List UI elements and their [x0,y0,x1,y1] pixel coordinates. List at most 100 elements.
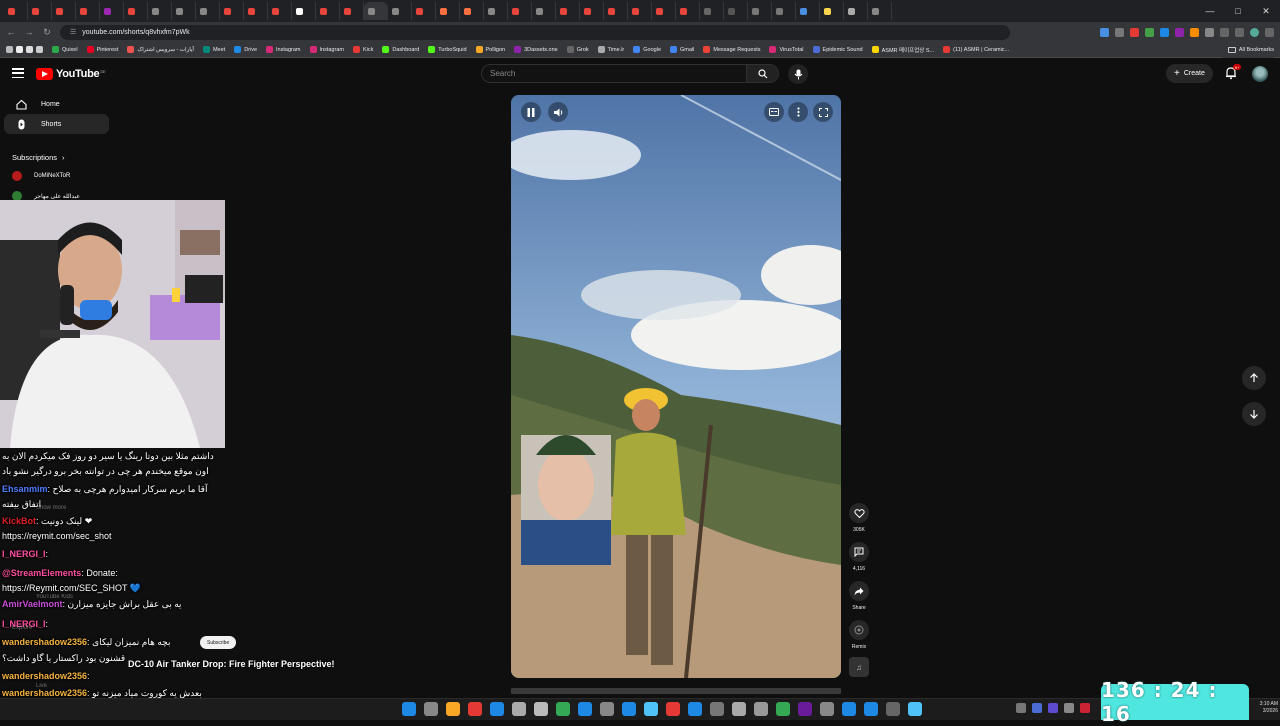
browser-tab[interactable] [52,2,76,20]
taskbar-app-icon[interactable] [908,702,922,716]
minimize-button[interactable]: — [1196,0,1224,22]
captions-button[interactable] [764,102,784,122]
taskbar-app-icon[interactable] [864,702,878,716]
site-info-icon[interactable]: ☰ [70,28,76,36]
like-button[interactable] [849,503,869,523]
browser-tab[interactable] [820,2,844,20]
download-icon[interactable] [1235,27,1244,37]
bookmark-item[interactable]: Meet [202,46,225,53]
bookmark-item[interactable]: Instagram [309,46,344,53]
bookmark-item[interactable]: Polligon [475,46,505,53]
bookmark-item[interactable]: (11) ASMR | Ceramic... [943,46,1009,53]
browser-tab[interactable] [316,2,340,20]
browser-tab[interactable] [772,2,796,20]
shorts-player[interactable] [511,95,841,678]
close-window-button[interactable]: ✕ [1252,0,1280,22]
mute-button[interactable] [548,102,568,122]
video-progress-bar[interactable] [511,688,841,694]
browser-tab[interactable] [700,2,724,20]
taskbar-app-icon[interactable] [644,702,658,716]
all-bookmarks[interactable]: All Bookmarks [1221,42,1274,58]
browser-tab[interactable] [220,2,244,20]
taskbar-app-icon[interactable] [402,702,416,716]
puzzle-icon[interactable] [1205,27,1214,37]
bookmark-item[interactable]: Instagram [266,46,301,53]
menu-icon[interactable] [1265,27,1274,37]
bookmark-item[interactable]: ASMR 메이프업상 S... [871,46,934,54]
taskbar-app-icon[interactable] [534,702,548,716]
taskbar-app-icon[interactable] [798,702,812,716]
star-icon[interactable] [1115,27,1124,37]
bookmark-item[interactable]: Epidemic Sound [812,46,863,53]
voice-search-button[interactable] [788,64,808,84]
extension-purple-icon[interactable] [1175,27,1184,37]
bookmark-item[interactable]: Dashboard [382,46,419,53]
browser-tab[interactable] [148,2,172,20]
share-button[interactable] [849,581,869,601]
chat-username[interactable]: KickBot [2,516,36,526]
taskbar-app-icon[interactable] [886,702,900,716]
browser-tab[interactable] [292,2,316,20]
taskbar-app-icon[interactable] [666,702,680,716]
tray-icon[interactable] [1032,703,1042,713]
browser-tab[interactable] [556,2,580,20]
extension-green-icon[interactable] [1145,27,1154,37]
browser-tab[interactable] [532,2,556,20]
bookmark-item[interactable]: آپارات - سرویس اشتراک [127,46,194,53]
back-icon[interactable]: ← [6,27,16,37]
create-button[interactable]: + Create [1166,64,1213,83]
chat-username[interactable]: AmirVaelmont [2,599,63,609]
browser-tab[interactable] [76,2,100,20]
browser-tab[interactable] [628,2,652,20]
remix-action[interactable]: Remix [846,620,872,650]
account-avatar[interactable] [1252,66,1268,82]
chat-username[interactable]: Ehsanmim [2,484,48,494]
bookmark-item[interactable]: Pinterest [86,46,118,53]
browser-tab[interactable] [652,2,676,20]
browser-tab[interactable] [100,2,124,20]
taskbar-app-icon[interactable] [754,702,768,716]
bookmark-item[interactable]: Kick [352,46,373,53]
tray-icon[interactable] [1048,703,1058,713]
taskbar-app-icon[interactable] [600,702,614,716]
browser-tab[interactable] [484,2,508,20]
browser-tab[interactable] [436,2,460,20]
bookmark-item[interactable]: VirusTotal [769,46,804,53]
taskbar-app-icon[interactable] [468,702,482,716]
taskbar-app-icon[interactable] [512,702,526,716]
comment-action[interactable]: 4,116 [846,542,872,572]
menu-icon[interactable] [12,68,24,78]
forward-icon[interactable]: → [24,27,34,37]
sound-thumbnail[interactable]: ♫ [849,657,869,677]
taskbar-app-icon[interactable] [842,702,856,716]
like-action[interactable]: 305K [846,503,872,533]
tray-icon[interactable] [1064,703,1074,713]
subscriptions-heading[interactable]: Subscriptions › [12,153,65,162]
taskbar-app-icon[interactable] [622,702,636,716]
browser-tab[interactable] [796,2,820,20]
sidebar-item-home[interactable]: Home [4,94,109,114]
share-action[interactable]: Share [846,581,872,611]
taskbar-app-icon[interactable] [446,702,460,716]
search-button[interactable] [746,65,778,82]
taskbar-clock[interactable]: 3:10 AM 3/2026 [1252,701,1278,715]
browser-tab[interactable] [124,2,148,20]
browser-tab[interactable] [748,2,772,20]
pause-button[interactable] [521,102,541,122]
remix-button[interactable] [849,620,869,640]
taskbar-app-icon[interactable] [424,702,438,716]
chat-username[interactable]: wandershadow2356 [2,637,87,647]
browser-tab[interactable] [388,2,412,20]
browser-tab[interactable] [340,2,364,20]
browser-tab[interactable] [460,2,484,20]
browser-tab[interactable] [412,2,436,20]
bookmark-item[interactable]: Drive [234,46,257,53]
sidepanel-icon[interactable] [1220,27,1229,37]
bookmark-item[interactable]: Grok [566,46,589,53]
subscription-channel[interactable]: DoMiNeXToR [12,171,70,181]
fullscreen-button[interactable] [813,102,833,122]
browser-tab[interactable] [580,2,604,20]
browser-tab[interactable] [844,2,868,20]
previous-short-button[interactable] [1242,366,1266,390]
chat-username[interactable]: wandershadow2356 [2,671,87,681]
